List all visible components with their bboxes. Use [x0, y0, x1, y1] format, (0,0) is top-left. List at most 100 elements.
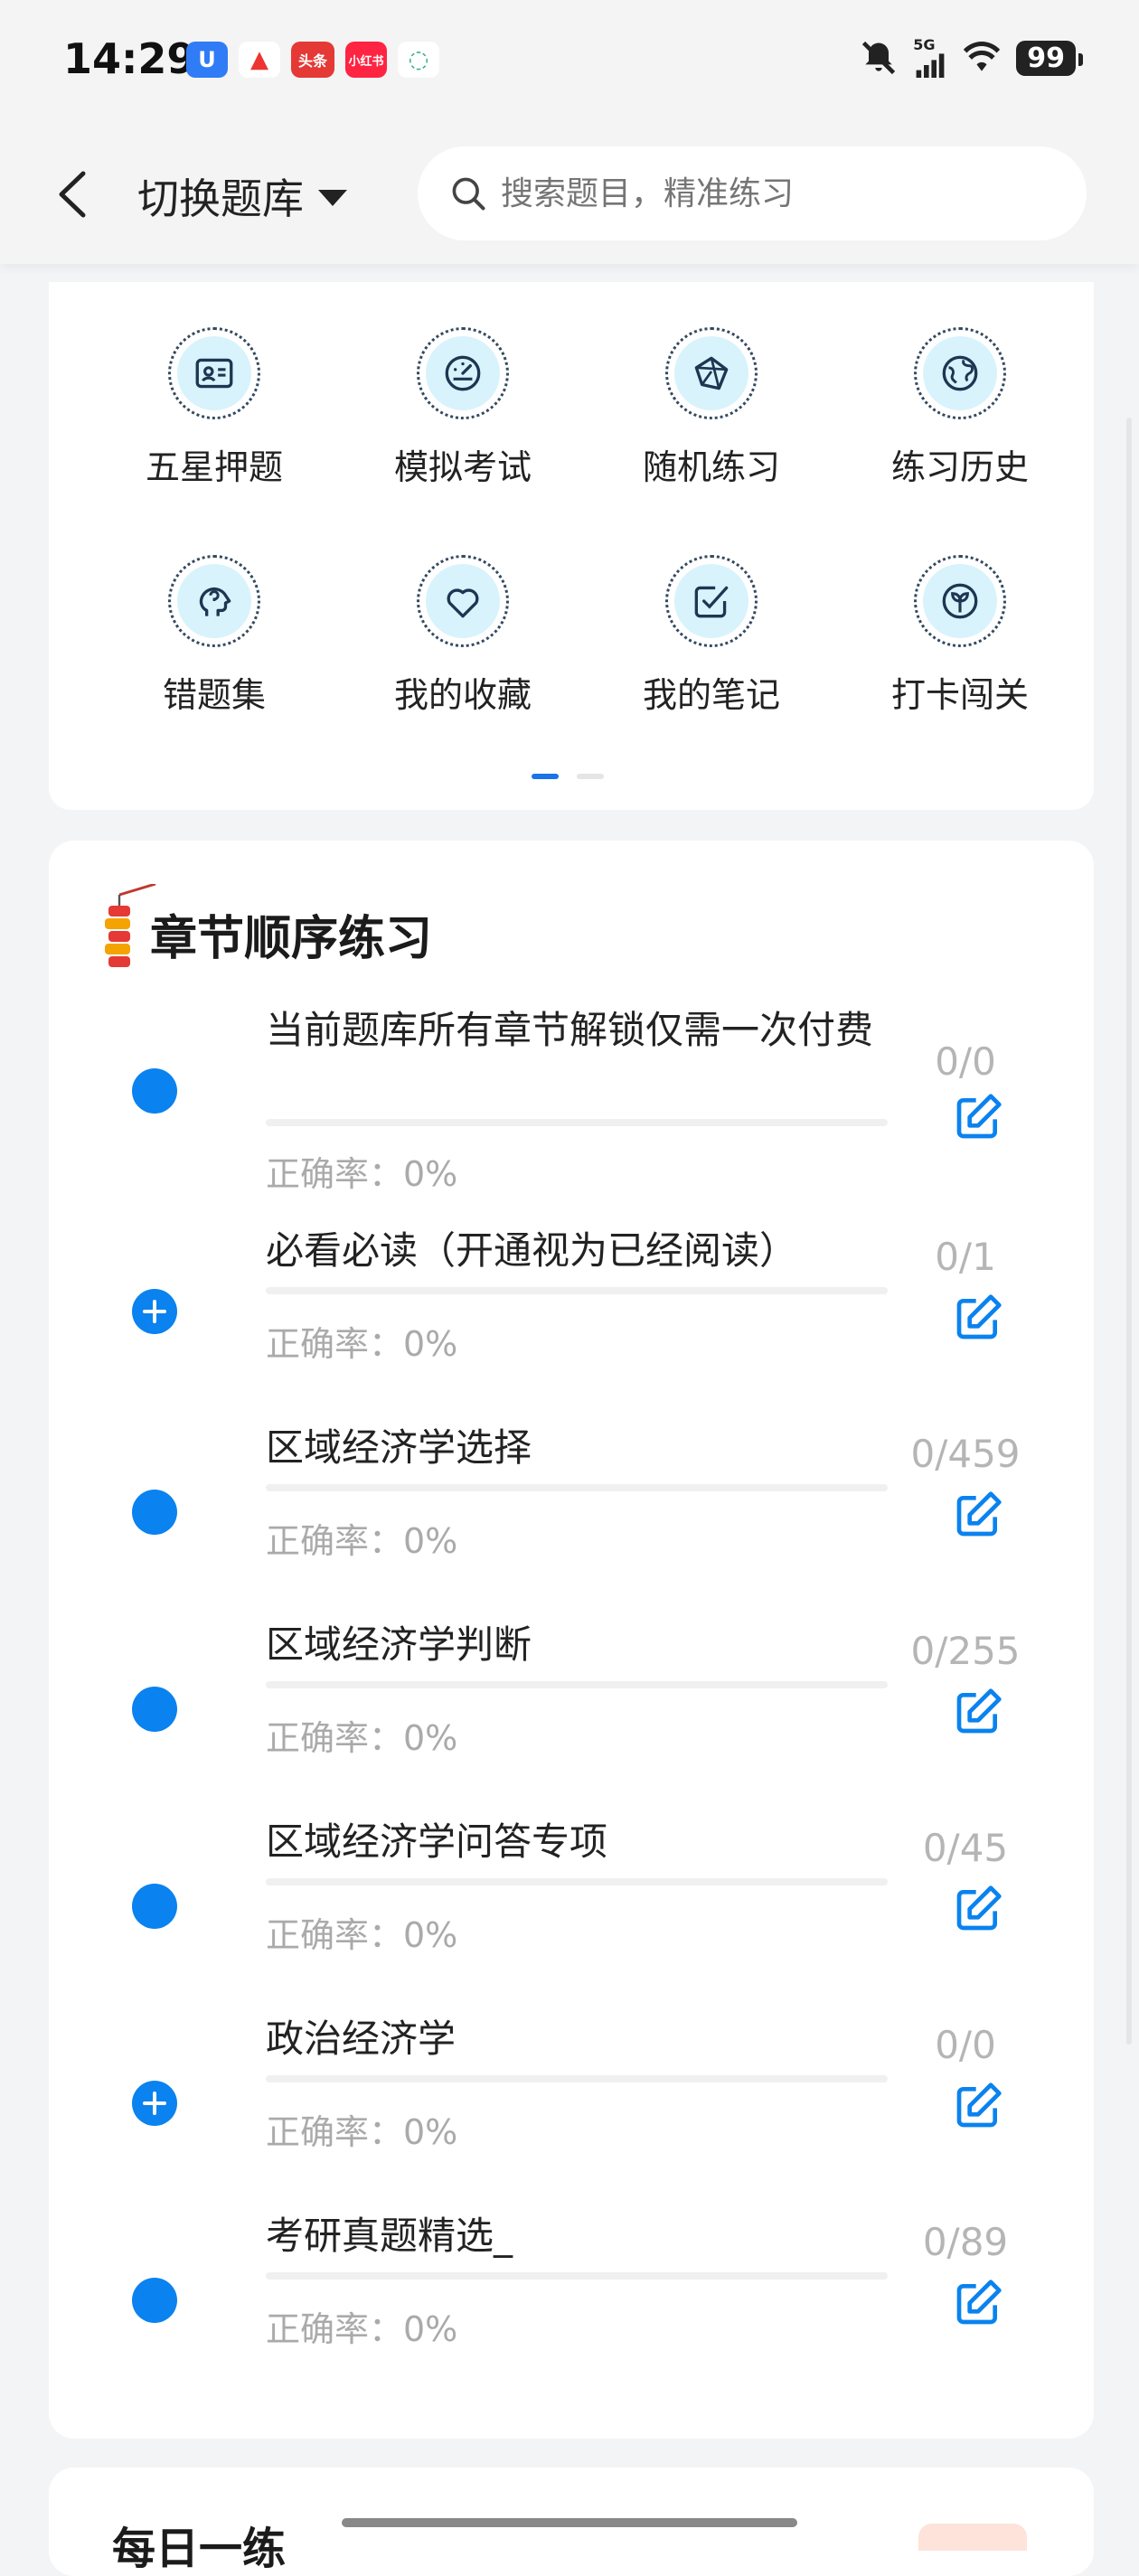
chapter-practice-card: 章节顺序练习 当前题库所有章节解锁仅需一次付费 正确率：0% 0/0 必看必读（…: [49, 841, 1094, 2439]
app-header: 切换题库: [0, 127, 1139, 264]
edit-icon[interactable]: [953, 2081, 1003, 2131]
edit-icon[interactable]: [953, 1293, 1003, 1343]
head-icon: [168, 555, 260, 647]
shortcut-practice-history[interactable]: 练习历史: [835, 327, 1085, 508]
switch-question-bank-button[interactable]: 切换题库: [137, 166, 347, 226]
question-count: 0/45: [922, 1826, 1009, 1870]
chapter-title: 考研真题精选_: [266, 2214, 513, 2258]
shortcut-grid: 五星押题 模拟考试 随机练习 练习历史 错题集 我的收藏 我的笔记 打卡闯关: [49, 282, 1094, 810]
progress-bar: [266, 1681, 888, 1688]
shortcut-label: 错题集: [162, 675, 266, 715]
battery-icon: 99: [1016, 40, 1083, 76]
question-count: 0/255: [910, 1629, 1021, 1673]
network-icon: [665, 327, 758, 419]
gauge-icon: [417, 327, 509, 419]
back-button[interactable]: [47, 163, 98, 226]
page-title: 切换题库: [137, 174, 304, 223]
chapter-row[interactable]: 区域经济学判断 正确率：0% 0/255: [49, 1609, 1094, 1806]
question-count: 0/1: [935, 1235, 996, 1279]
chapter-row[interactable]: 必看必读（开通视为已经阅读） 正确率：0% 0/1: [49, 1215, 1094, 1412]
app-u-notification-icon: U: [186, 42, 228, 78]
question-count: 0/0: [935, 2023, 996, 2067]
checkbox-icon: [665, 555, 758, 647]
shortcut-label: 打卡闯关: [890, 675, 1029, 715]
chapter-row[interactable]: 当前题库所有章节解锁仅需一次付费 正确率：0% 0/0: [49, 994, 1094, 1194]
chapter-row[interactable]: 政治经济学 正确率：0% 0/0: [49, 2003, 1094, 2200]
edit-icon[interactable]: [953, 1490, 1003, 1540]
shortcut-label: 五星押题: [145, 447, 283, 487]
edit-icon[interactable]: [953, 1884, 1003, 1934]
edit-icon[interactable]: [953, 1687, 1003, 1737]
scrollbar[interactable]: [1126, 418, 1132, 2045]
chapter-title: 区域经济学选择: [266, 1425, 532, 1470]
accuracy-text: 正确率：0%: [266, 1915, 458, 1955]
daily-practice-title: 每日一练: [112, 2524, 287, 2574]
accuracy-text: 正确率：0%: [266, 1718, 458, 1758]
progress-bar: [266, 1484, 888, 1491]
sprout-icon: [914, 555, 1006, 647]
chapter-title: 区域经济学问答专项: [266, 1819, 608, 1864]
shortcut-notes[interactable]: 我的笔记: [587, 555, 836, 736]
chapter-bullet: [132, 1884, 177, 1929]
toutiao-notification-icon: 头条: [291, 42, 334, 78]
progress-bar: [266, 2272, 888, 2280]
mute-bell-icon: [862, 41, 896, 75]
chat-notification-icon: ◌: [398, 42, 439, 78]
status-time: 14:29: [63, 34, 196, 83]
search-input[interactable]: [499, 174, 1045, 213]
home-indicator[interactable]: [342, 2518, 797, 2527]
system-icons: 5G 99: [859, 38, 1083, 78]
chapter-bullet: [132, 1687, 177, 1732]
id-card-icon: [168, 327, 260, 419]
chapter-title: 必看必读（开通视为已经阅读）: [266, 1228, 798, 1273]
expand-plus-icon[interactable]: [132, 2081, 177, 2126]
question-count: 0/459: [910, 1432, 1021, 1476]
pager-dot-active[interactable]: [532, 774, 559, 779]
shortcut-random-practice[interactable]: 随机练习: [587, 327, 836, 508]
globe-icon: [914, 327, 1006, 419]
question-count: 0/0: [935, 1039, 996, 1084]
progress-bar: [266, 1287, 888, 1294]
shortcut-five-star[interactable]: 五星押题: [89, 327, 339, 508]
accuracy-text: 正确率：0%: [266, 1324, 458, 1364]
search-bar[interactable]: [418, 146, 1087, 240]
chapter-row[interactable]: 区域经济学问答专项 正确率：0% 0/45: [49, 1806, 1094, 2003]
shortcut-favorites[interactable]: 我的收藏: [338, 555, 588, 736]
edit-icon[interactable]: [953, 2278, 1003, 2328]
shortcut-label: 我的笔记: [642, 675, 780, 715]
progress-bar: [266, 2075, 888, 2082]
accuracy-text: 正确率：0%: [266, 1154, 458, 1194]
shortcut-label: 练习历史: [890, 447, 1029, 487]
section-title: 章节顺序练习: [150, 912, 433, 966]
edit-icon[interactable]: [953, 1092, 1003, 1142]
shortcut-mock-exam[interactable]: 模拟考试: [338, 327, 588, 508]
wifi-icon: [964, 42, 1001, 71]
network-label: 5G: [913, 36, 936, 53]
shortcut-checkin[interactable]: 打卡闯关: [835, 555, 1085, 736]
signal-icon: 5G: [913, 38, 947, 78]
shortcut-wrong-questions[interactable]: 错题集: [89, 555, 339, 736]
chevron-left-icon: [59, 171, 86, 218]
grid-pager: [532, 774, 604, 779]
notification-icons: U ▲ 头条 小红书 ◌: [186, 42, 439, 78]
caret-down-icon: [318, 190, 347, 206]
accuracy-text: 正确率：0%: [266, 1521, 458, 1561]
progress-bar: [266, 1878, 888, 1885]
chapter-row[interactable]: 区域经济学选择 正确率：0% 0/459: [49, 1412, 1094, 1609]
pager-dot[interactable]: [577, 774, 604, 779]
chapter-title: 区域经济学判断: [266, 1622, 532, 1667]
promo-badge: [918, 2524, 1027, 2551]
accuracy-text: 正确率：0%: [266, 2112, 458, 2152]
shortcut-label: 我的收藏: [393, 675, 532, 715]
shortcut-label: 模拟考试: [393, 447, 532, 487]
chapter-bullet: [132, 2278, 177, 2323]
chapter-title: 政治经济学: [266, 2017, 457, 2061]
chapter-bullet: [132, 1490, 177, 1535]
chapter-row[interactable]: 考研真题精选_ 正确率：0% 0/89: [49, 2200, 1094, 2397]
search-icon: [452, 177, 485, 211]
status-bar: 14:29 U ▲ 头条 小红书 ◌ 5G 99: [0, 0, 1139, 127]
progress-bar: [266, 1119, 888, 1126]
chapter-bullet: [132, 1068, 177, 1114]
expand-plus-icon[interactable]: [132, 1289, 177, 1334]
accuracy-text: 正确率：0%: [266, 2309, 458, 2349]
